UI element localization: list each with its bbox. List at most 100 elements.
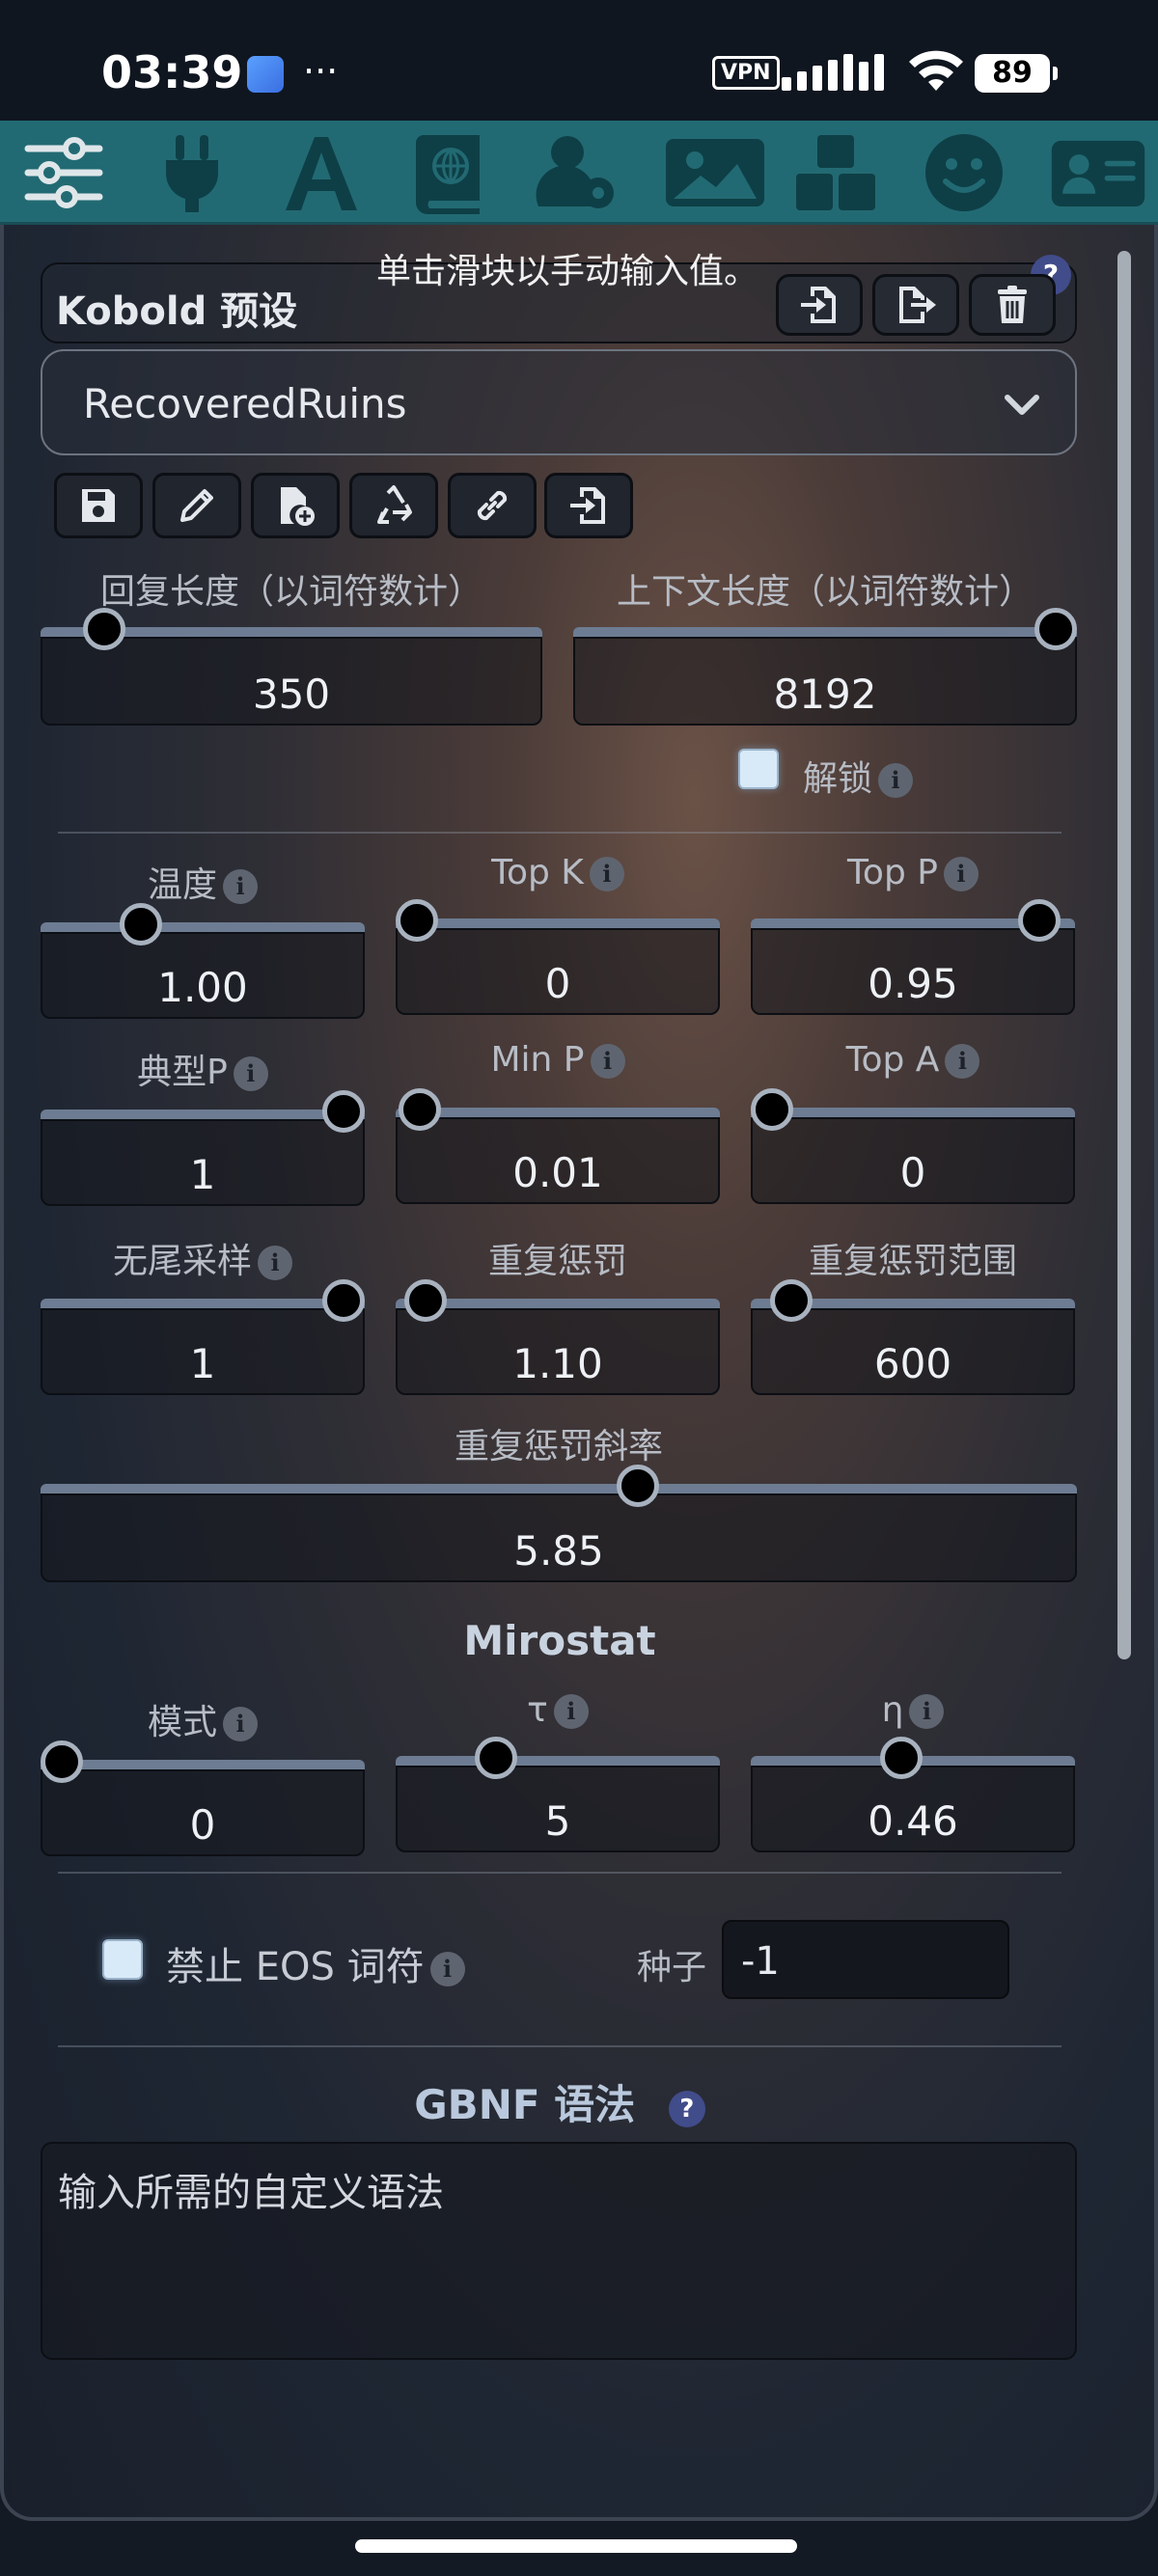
info-icon[interactable]: i bbox=[590, 1044, 625, 1079]
slider-handle[interactable] bbox=[322, 1279, 365, 1322]
top-a-value[interactable]: 0 bbox=[751, 1149, 1075, 1196]
rep-pen-range-slider[interactable]: 600 bbox=[751, 1279, 1075, 1395]
section-divider bbox=[58, 2045, 1062, 2047]
mirostat-tau-value[interactable]: 5 bbox=[396, 1797, 720, 1845]
tail-free-slider[interactable]: 1 bbox=[41, 1279, 365, 1395]
tab-character-management[interactable] bbox=[1045, 128, 1151, 217]
export-preset-button[interactable] bbox=[872, 274, 959, 336]
preset-title: Kobold 预设 bbox=[56, 289, 298, 334]
top-k-label: Top Ki bbox=[396, 853, 720, 892]
clock: 03:39 bbox=[101, 46, 243, 98]
typical-p-slider[interactable]: 1 bbox=[41, 1090, 365, 1206]
info-icon[interactable]: i bbox=[223, 869, 258, 904]
info-icon[interactable]: i bbox=[878, 763, 914, 798]
slider-handle[interactable] bbox=[1034, 608, 1077, 650]
slider-handle[interactable] bbox=[396, 899, 438, 942]
file-import-icon bbox=[801, 287, 836, 323]
rep-pen-value[interactable]: 1.10 bbox=[396, 1340, 720, 1387]
typical-p-value[interactable]: 1 bbox=[41, 1151, 365, 1198]
info-icon[interactable]: i bbox=[943, 857, 979, 891]
mirostat-eta-value[interactable]: 0.46 bbox=[751, 1797, 1075, 1845]
tab-backgrounds[interactable] bbox=[659, 128, 771, 217]
link-preset-button[interactable] bbox=[448, 473, 537, 538]
info-icon[interactable]: i bbox=[945, 1044, 980, 1079]
min-p-value[interactable]: 0.01 bbox=[396, 1149, 720, 1196]
ban-eos-checkbox[interactable] bbox=[102, 1939, 143, 1980]
tab-api-connections[interactable] bbox=[144, 128, 240, 217]
import-file-button[interactable] bbox=[544, 473, 633, 538]
min-p-slider[interactable]: 0.01 bbox=[396, 1088, 720, 1204]
import-preset-button[interactable] bbox=[776, 274, 863, 336]
context-length-slider[interactable]: 8192 bbox=[573, 608, 1077, 726]
context-length-value[interactable]: 8192 bbox=[573, 671, 1077, 718]
top-a-slider[interactable]: 0 bbox=[751, 1088, 1075, 1204]
smiley-icon bbox=[925, 134, 1003, 211]
rep-pen-slider[interactable]: 1.10 bbox=[396, 1279, 720, 1395]
info-icon[interactable]: i bbox=[553, 1694, 589, 1729]
tab-user-settings[interactable] bbox=[530, 128, 626, 217]
seed-value: -1 bbox=[741, 1939, 780, 1984]
slider-handle[interactable] bbox=[82, 608, 125, 650]
pencil-icon bbox=[180, 489, 213, 522]
mirostat-eta-slider[interactable]: 0.46 bbox=[751, 1737, 1075, 1852]
response-length-value[interactable]: 350 bbox=[41, 671, 542, 718]
slider-handle[interactable] bbox=[403, 1279, 447, 1322]
mirostat-title: Mirostat bbox=[463, 1617, 656, 1664]
response-length-slider[interactable]: 350 bbox=[41, 608, 542, 726]
tab-ai-response-config[interactable] bbox=[15, 128, 112, 217]
info-icon[interactable]: i bbox=[589, 857, 624, 891]
ban-eos-label: 禁止 EOS 词符 i bbox=[166, 1935, 465, 1991]
mirostat-mode-value[interactable]: 0 bbox=[41, 1801, 365, 1849]
help-icon[interactable]: ? bbox=[668, 2091, 705, 2127]
top-tab-bar bbox=[0, 121, 1158, 225]
gbnf-grammar-textarea[interactable]: 输入所需的自定义语法 bbox=[41, 2142, 1077, 2360]
seed-input[interactable]: -1 bbox=[722, 1920, 1009, 1999]
temperature-slider[interactable]: 1.00 bbox=[41, 903, 365, 1019]
save-preset-button[interactable] bbox=[54, 473, 143, 538]
slider-handle[interactable] bbox=[880, 1737, 924, 1779]
tab-persona[interactable] bbox=[916, 128, 1012, 217]
info-icon[interactable]: i bbox=[258, 1246, 292, 1280]
unlock-context-checkbox[interactable] bbox=[738, 749, 779, 789]
tab-formatting[interactable] bbox=[273, 128, 370, 217]
font-a-icon bbox=[286, 137, 357, 210]
rep-pen-slope-slider[interactable]: 5.85 bbox=[41, 1465, 1077, 1582]
tab-extensions[interactable] bbox=[787, 128, 884, 217]
info-icon[interactable]: i bbox=[429, 1952, 465, 1987]
rep-pen-slope-value[interactable]: 5.85 bbox=[41, 1527, 1077, 1575]
slider-handle[interactable] bbox=[119, 903, 162, 945]
rep-pen-range-value[interactable]: 600 bbox=[751, 1340, 1075, 1387]
temperature-label: 温度 i bbox=[41, 857, 365, 907]
delete-preset-button[interactable] bbox=[969, 274, 1056, 336]
top-p-slider[interactable]: 0.95 bbox=[751, 899, 1075, 1015]
rename-preset-button[interactable] bbox=[152, 473, 241, 538]
mirostat-tau-slider[interactable]: 5 bbox=[396, 1737, 720, 1852]
home-indicator[interactable] bbox=[355, 2539, 797, 2553]
mirostat-mode-slider[interactable]: 0 bbox=[41, 1740, 365, 1856]
slider-handle[interactable] bbox=[322, 1090, 365, 1133]
tab-world-info[interactable] bbox=[401, 128, 498, 217]
tail-free-label: 无尾采样 i bbox=[41, 1233, 365, 1283]
slider-handle[interactable] bbox=[398, 1088, 441, 1131]
info-icon[interactable]: i bbox=[909, 1694, 945, 1729]
info-icon[interactable]: i bbox=[233, 1056, 268, 1091]
info-icon[interactable]: i bbox=[223, 1707, 258, 1741]
restore-default-preset-button[interactable] bbox=[349, 473, 438, 538]
slider-handle[interactable] bbox=[41, 1740, 83, 1783]
temperature-value[interactable]: 1.00 bbox=[41, 964, 365, 1011]
top-p-value[interactable]: 0.95 bbox=[751, 960, 1075, 1007]
slider-handle[interactable] bbox=[474, 1737, 517, 1779]
slider-handle[interactable] bbox=[751, 1088, 793, 1131]
preset-select[interactable]: RecoveredRuins bbox=[41, 349, 1077, 455]
mirostat-mode-label: 模式 i bbox=[41, 1694, 365, 1744]
top-k-slider[interactable]: 0 bbox=[396, 899, 720, 1015]
top-k-value[interactable]: 0 bbox=[396, 960, 720, 1007]
temperature-label-text: 温度 bbox=[147, 865, 217, 905]
file-add-icon bbox=[281, 487, 315, 526]
tail-free-value[interactable]: 1 bbox=[41, 1340, 365, 1387]
new-preset-button[interactable] bbox=[251, 473, 340, 538]
unlock-label-text: 解锁 bbox=[803, 759, 873, 799]
section-divider bbox=[58, 832, 1062, 834]
panel-scrollbar[interactable] bbox=[1117, 251, 1131, 1659]
trash-icon bbox=[998, 286, 1027, 323]
